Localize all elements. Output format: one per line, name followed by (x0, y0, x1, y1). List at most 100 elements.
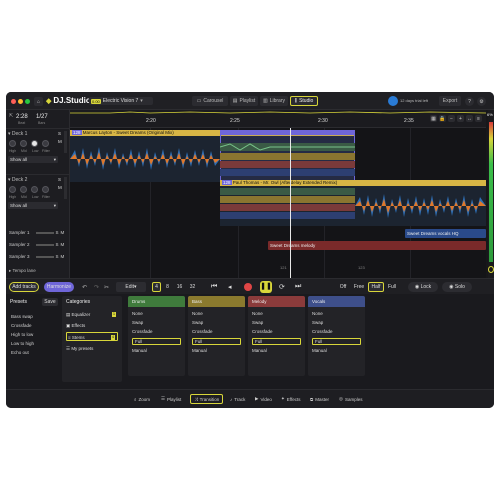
stem-option-selected[interactable]: Full (252, 338, 301, 345)
stem-option-selected[interactable]: Full (132, 338, 181, 345)
record-icon[interactable] (244, 283, 252, 291)
deck-1-high-knob[interactable] (9, 140, 16, 147)
deck2-drums-lane[interactable] (220, 188, 355, 195)
preset-item[interactable]: Low to high (11, 341, 34, 346)
deck-1-solo[interactable]: S (58, 131, 61, 136)
clip-sampler1[interactable]: Sweet Dreams vocals HQ (405, 229, 486, 238)
deck-1-mid-knob[interactable] (20, 140, 27, 147)
stem-option-selected[interactable]: Full (312, 338, 361, 345)
deck-2-show-select[interactable]: Show all ▾ (8, 202, 58, 209)
zoom-out-icon[interactable]: − (448, 115, 455, 122)
deck-2-low-knob[interactable] (31, 186, 38, 193)
preset-item[interactable]: Crossfade (11, 323, 32, 328)
sampler-3-solo[interactable]: S (56, 254, 59, 259)
stem-option[interactable]: Manual (132, 348, 147, 353)
stem-option[interactable]: Swap (312, 320, 323, 325)
deck-1-filter-knob[interactable] (42, 140, 49, 147)
harmonize-button[interactable]: Harmonize (44, 282, 74, 292)
stem-option[interactable]: Swap (252, 320, 263, 325)
export-button[interactable]: Export (439, 96, 461, 106)
skip-forward-icon[interactable]: ⏭ (295, 283, 301, 291)
deck2-melody-lane[interactable] (220, 204, 355, 211)
stem-option[interactable]: None (312, 311, 323, 316)
deck-2-high-knob[interactable] (9, 186, 16, 193)
sampler-1-solo[interactable]: S (56, 230, 59, 235)
beat-8[interactable]: 8 (163, 282, 172, 292)
sampler-2-solo[interactable]: S (56, 242, 59, 247)
stack-icon[interactable]: ≡ (475, 115, 482, 122)
pause-icon[interactable]: ❚❚ (260, 281, 272, 293)
footer-tab-track[interactable]: ♪ Track (230, 394, 245, 404)
sampler-3-fader[interactable] (35, 255, 54, 258)
sync-full[interactable]: Full (385, 282, 399, 292)
view-library[interactable]: ▥ Library (260, 96, 288, 106)
stem-option-selected[interactable]: Full (192, 338, 241, 345)
stem-option[interactable]: None (192, 311, 203, 316)
rewind-icon[interactable]: ◂ (228, 283, 232, 291)
grid-icon[interactable]: ▦ (430, 115, 437, 122)
sampler-1-fader[interactable] (35, 231, 54, 234)
preset-item[interactable]: Bass swap (11, 314, 33, 319)
deck-2-fader[interactable] (64, 177, 67, 199)
stem-option[interactable]: Manual (252, 348, 267, 353)
home-icon[interactable]: ⌂ (34, 97, 43, 106)
view-studio[interactable]: ⫼ Studio (290, 96, 318, 106)
sampler-2-mute[interactable]: M (61, 242, 65, 247)
undo-icon[interactable]: ↶ (82, 284, 87, 291)
beat-32[interactable]: 32 (187, 282, 198, 292)
category-my-presets[interactable]: ☰ My presets (66, 344, 118, 353)
stem-option[interactable]: Crossfade (312, 329, 333, 334)
deck1-melody-lane[interactable] (220, 161, 355, 168)
deck-2-mute[interactable]: M (58, 185, 62, 190)
beat-16[interactable]: 16 (174, 282, 185, 292)
stem-option[interactable]: Crossfade (132, 329, 153, 334)
project-selector[interactable]: 0.00 Electric Vision 7 ▾ (89, 97, 153, 105)
scissors-icon[interactable]: ✂ (104, 284, 109, 291)
stem-option[interactable]: None (132, 311, 143, 316)
playhead[interactable] (290, 110, 291, 278)
stem-option[interactable]: Manual (312, 348, 327, 353)
view-playlist[interactable]: ▤ Playlist (230, 96, 258, 106)
help-icon[interactable]: ? (465, 97, 474, 106)
preset-item[interactable]: Echo out (11, 350, 29, 355)
stem-option[interactable]: Swap (192, 320, 203, 325)
edit-dropdown[interactable]: Edit ▾ (116, 282, 146, 292)
add-tracks-button[interactable]: Add tracks (9, 282, 39, 292)
clip-deck2-main[interactable]: 128 Paul Thomas - Mr. Owl (Afterdelay Ex… (220, 180, 486, 226)
maximize-window-button[interactable] (25, 99, 30, 104)
beat-4[interactable]: 4 (152, 282, 161, 292)
close-window-button[interactable] (11, 99, 16, 104)
stem-option[interactable]: Crossfade (252, 329, 273, 334)
auto-icon[interactable] (488, 266, 494, 273)
settings-icon[interactable]: ⚙ (477, 97, 486, 106)
category-equalizer[interactable]: ▤ Equalizer 1 (66, 310, 118, 319)
minimize-window-button[interactable] (18, 99, 23, 104)
lock-button[interactable]: ◉ Lock (408, 282, 438, 292)
sync-half[interactable]: Half (368, 282, 384, 292)
transition-header[interactable] (220, 130, 355, 135)
sampler-2-fader[interactable] (35, 243, 54, 246)
timeline[interactable]: 128 Marcus Layton - Sweet Dreams (Origin… (70, 110, 486, 278)
deck2-vocals-lane[interactable] (220, 212, 355, 219)
redo-icon[interactable]: ↷ (94, 284, 99, 291)
footer-tab-zoom[interactable]: ⌕ Zoom (134, 394, 150, 404)
deck-2-filter-knob[interactable] (42, 186, 49, 193)
deck1-bass-lane[interactable] (220, 153, 355, 160)
footer-tab-effects[interactable]: ✦ Effects (281, 394, 300, 404)
sampler-1-mute[interactable]: M (61, 230, 65, 235)
footer-tab-transition[interactable]: ⤨ Transition (190, 394, 224, 404)
stem-option[interactable]: None (252, 311, 263, 316)
solo-button[interactable]: ◉ Solo (442, 282, 472, 292)
loop-icon[interactable]: ⟳ (279, 283, 285, 291)
deck-1-low-knob[interactable] (31, 140, 38, 147)
stem-option[interactable]: Swap (132, 320, 143, 325)
cursor-icon[interactable]: ⇱ (9, 113, 13, 119)
tempo-lane-label[interactable]: ▸ Tempo lane (9, 268, 36, 274)
skip-back-icon[interactable]: ⏮ (211, 283, 217, 291)
deck2-bass-lane[interactable] (220, 196, 355, 203)
deck-2-solo[interactable]: S (58, 177, 61, 182)
time-ruler[interactable]: 2:20 2:25 2:30 2:35 ▦ 🔒 − + ↔ ≡ (70, 110, 486, 128)
deck-1-mute[interactable]: M (58, 139, 62, 144)
sampler-3-mute[interactable]: M (61, 254, 65, 259)
save-preset-button[interactable]: Save (42, 298, 58, 306)
